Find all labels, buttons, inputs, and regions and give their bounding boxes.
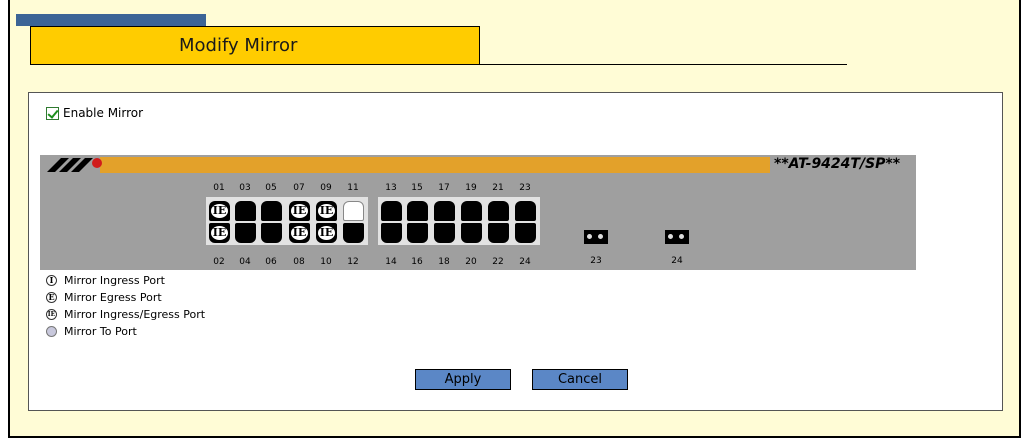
enable-mirror-row[interactable]: Enable Mirror (46, 106, 143, 120)
port-label-top: 15 (411, 183, 423, 193)
port-label-top: 23 (519, 183, 531, 193)
port-label-bottom: 22 (492, 257, 504, 267)
port-label-bottom: 08 (293, 257, 305, 267)
port-bottom-22[interactable] (488, 223, 509, 243)
port-label-top: 21 (492, 183, 504, 193)
port-bottom-20[interactable] (461, 223, 482, 243)
legend-egress-label: Mirror Egress Port (64, 291, 162, 304)
port-top-19[interactable] (461, 201, 482, 221)
ingress-egress-icon: IE (46, 309, 57, 320)
port-top-09[interactable] (316, 201, 337, 221)
title-underline (30, 64, 847, 65)
port-top-03[interactable] (235, 201, 256, 221)
port-bottom-06[interactable] (261, 223, 282, 243)
legend-egress: E Mirror Egress Port (46, 291, 162, 304)
port-bottom-18[interactable] (434, 223, 455, 243)
port-top-01[interactable] (209, 201, 230, 221)
port-label-bottom: 20 (465, 257, 477, 267)
page-title: Modify Mirror (179, 35, 298, 56)
legend-ingress: I Mirror Ingress Port (46, 274, 165, 287)
port-label-bottom: 14 (385, 257, 397, 267)
port-label-bottom: 16 (411, 257, 423, 267)
port-label-bottom: 02 (213, 257, 225, 267)
mirror-to-icon (46, 326, 57, 337)
port-label-bottom: 12 (347, 257, 359, 267)
port-bottom-04[interactable] (235, 223, 256, 243)
device-model: **AT-9424T/SP** (774, 156, 901, 172)
port-label-top: 09 (320, 183, 332, 193)
port-top-21[interactable] (488, 201, 509, 221)
port-label-top: 01 (213, 183, 225, 193)
ingress-icon: I (46, 275, 57, 286)
port-label-bottom: 06 (265, 257, 277, 267)
apply-button[interactable]: Apply (415, 369, 511, 390)
egress-icon: E (46, 292, 57, 303)
legend-ingress-label: Mirror Ingress Port (64, 274, 165, 287)
port-label-bottom: 04 (239, 257, 251, 267)
port-top-17[interactable] (434, 201, 455, 221)
fiber-label-23: 23 (590, 256, 602, 266)
port-bottom-08[interactable] (289, 223, 310, 243)
fiber-port-23[interactable] (584, 230, 608, 244)
port-bottom-10[interactable] (316, 223, 337, 243)
port-label-top: 11 (347, 183, 359, 193)
switch-banner (100, 157, 770, 173)
port-label-top: 19 (465, 183, 477, 193)
legend-to: Mirror To Port (46, 325, 137, 338)
port-top-07[interactable] (289, 201, 310, 221)
port-top-23[interactable] (515, 201, 536, 221)
port-label-top: 17 (438, 183, 450, 193)
allied-telesis-logo (47, 158, 102, 172)
legend-both-label: Mirror Ingress/Egress Port (64, 308, 206, 321)
top-accent-bar (16, 14, 206, 26)
port-label-bottom: 18 (438, 257, 450, 267)
title-tab: Modify Mirror (30, 26, 480, 64)
port-label-top: 03 (239, 183, 251, 193)
port-label-bottom: 10 (320, 257, 332, 267)
fiber-port-24[interactable] (665, 230, 689, 244)
enable-mirror-checkbox[interactable] (46, 106, 59, 120)
port-label-top: 07 (293, 183, 305, 193)
port-top-11[interactable] (343, 201, 364, 221)
enable-mirror-label: Enable Mirror (63, 106, 144, 120)
port-bottom-12[interactable] (343, 223, 364, 243)
cancel-button[interactable]: Cancel (532, 369, 628, 390)
legend-both: IE Mirror Ingress/Egress Port (46, 308, 205, 321)
port-top-13[interactable] (381, 201, 402, 221)
legend-to-label: Mirror To Port (64, 325, 137, 338)
port-label-top: 05 (265, 183, 277, 193)
port-bottom-16[interactable] (407, 223, 428, 243)
port-bottom-14[interactable] (381, 223, 402, 243)
port-top-15[interactable] (407, 201, 428, 221)
port-bottom-24[interactable] (515, 223, 536, 243)
port-label-top: 13 (385, 183, 397, 193)
port-bottom-02[interactable] (209, 223, 230, 243)
fiber-label-24: 24 (671, 256, 683, 266)
port-label-bottom: 24 (519, 257, 531, 267)
port-top-05[interactable] (261, 201, 282, 221)
